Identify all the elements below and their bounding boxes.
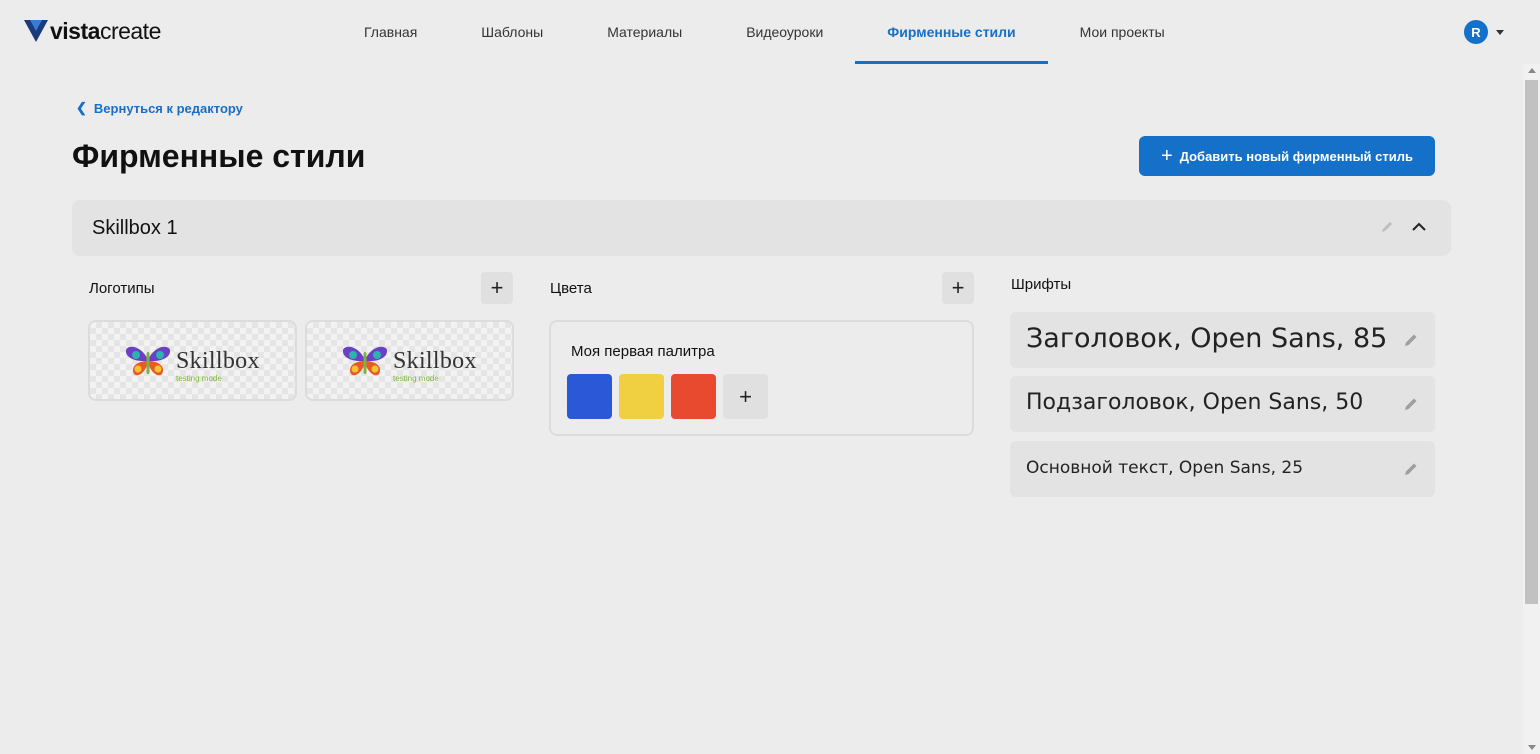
logo-wordmark: vistacreate [50,17,161,44]
fonts-label: Шрифты [1011,276,1072,293]
skillbox-logo: Skillbox testing mode [341,344,477,383]
skillbox-subtitle: testing mode [176,374,222,383]
add-color-button[interactable]: + [723,374,768,419]
skillbox-name: Skillbox [176,348,260,374]
nav-item-brand-styles[interactable]: Фирменные стили [855,0,1049,64]
avatar[interactable]: R [1464,20,1488,44]
skillbox-subtitle: testing mode [393,374,439,383]
palette-name: Моя первая палитра [571,343,715,360]
nav-item-home[interactable]: Главная [332,0,449,64]
font-body-text: Основной текст, Open Sans, 25 [1026,458,1304,478]
add-logo-button[interactable]: + [481,272,513,304]
skillbox-wordmark: Skillbox testing mode [176,348,260,383]
scroll-up-arrow-icon[interactable] [1528,68,1536,73]
nav-item-my-projects[interactable]: Мои проекты [1048,0,1197,64]
color-swatch-yellow[interactable] [619,374,664,419]
top-navigation: vistacreate Главная Шаблоны Материалы Ви… [0,0,1540,64]
font-subheading-text: Подзаголовок, Open Sans, 50 [1026,390,1364,415]
skillbox-name: Skillbox [393,348,477,374]
font-subheading-row[interactable]: Подзаголовок, Open Sans, 50 [1010,376,1435,432]
nav-item-templates[interactable]: Шаблоны [449,0,575,64]
palette-card[interactable]: Моя первая палитра + [549,320,974,436]
style-kit-name: Skillbox 1 [92,217,178,239]
logo-card[interactable]: Skillbox testing mode [305,320,514,401]
font-heading-row[interactable]: Заголовок, Open Sans, 85 [1010,312,1435,368]
add-palette-button[interactable]: + [942,272,974,304]
pencil-icon[interactable] [1403,461,1419,477]
back-to-editor-link[interactable]: ❮ Вернуться к редактору [76,100,243,116]
style-kit-header[interactable]: Skillbox 1 [72,200,1451,256]
plus-icon: + [739,383,752,409]
butterfly-icon [125,346,171,376]
scrollbar[interactable] [1523,64,1540,754]
pencil-icon[interactable] [1403,396,1419,412]
color-swatch-blue[interactable] [567,374,612,419]
color-swatch-red[interactable] [671,374,716,419]
account-menu[interactable]: R [1464,20,1504,44]
vistacreate-logo-icon [24,20,48,42]
butterfly-icon [342,346,388,376]
font-body-row[interactable]: Основной текст, Open Sans, 25 [1010,441,1435,497]
caret-down-icon[interactable] [1496,29,1504,35]
scroll-down-arrow-icon[interactable] [1528,745,1536,750]
chevron-up-icon[interactable] [1410,218,1428,236]
plus-icon: + [490,275,504,300]
skillbox-logo: Skillbox testing mode [124,344,260,383]
font-heading-text: Заголовок, Open Sans, 85 [1026,323,1388,354]
vistacreate-logo[interactable]: vistacreate [24,18,161,44]
page-title: Фирменные стили [72,138,366,174]
pencil-icon[interactable] [1403,332,1419,348]
skillbox-wordmark: Skillbox testing mode [393,348,477,383]
logos-label: Логотипы [89,280,155,297]
pencil-icon[interactable] [1380,220,1394,234]
plus-icon: + [951,275,965,300]
add-brand-style-button[interactable]: + Добавить новый фирменный стиль [1139,136,1435,176]
logo-card[interactable]: Skillbox testing mode [88,320,297,401]
add-brand-style-label: Добавить новый фирменный стиль [1179,148,1413,164]
scrollbar-thumb[interactable] [1525,80,1538,604]
colors-label: Цвета [550,280,592,297]
nav-item-video-lessons[interactable]: Видеоуроки [714,0,855,64]
plus-icon: + [1161,145,1173,167]
back-to-editor-label: Вернуться к редактору [93,100,243,116]
chevron-left-icon: ❮ [76,100,87,115]
nav-item-materials[interactable]: Материалы [575,0,714,64]
main-nav: Главная Шаблоны Материалы Видеоуроки Фир… [332,0,1197,64]
